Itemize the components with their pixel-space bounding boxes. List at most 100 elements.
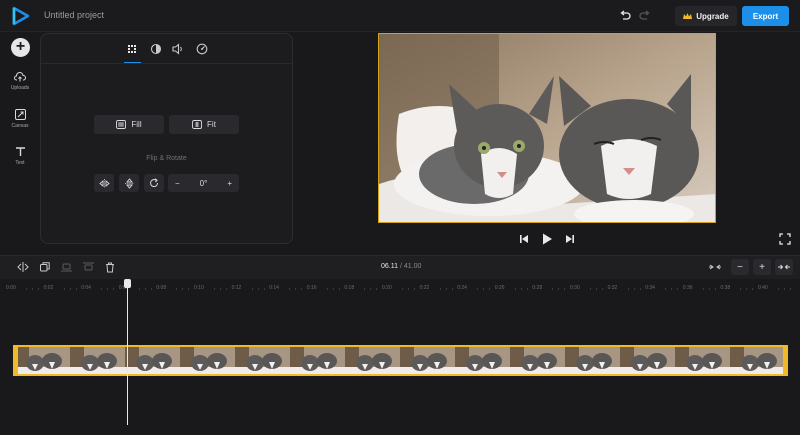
ruler-label: 0:28 bbox=[532, 285, 543, 291]
clip-thumbnail bbox=[290, 347, 345, 374]
ruler-label: 0:18 bbox=[344, 285, 355, 291]
skip-forward-icon[interactable] bbox=[563, 232, 577, 246]
ruler-label: 0:10 bbox=[194, 285, 204, 291]
video-track-clip[interactable] bbox=[13, 345, 788, 376]
ruler-tick bbox=[69, 288, 71, 290]
grid-tab-icon[interactable] bbox=[124, 42, 140, 56]
flip-horizontal-button[interactable] bbox=[94, 174, 114, 192]
rotate-icon bbox=[150, 178, 159, 188]
clip-thumbnail bbox=[15, 347, 70, 374]
project-title[interactable]: Untitled project bbox=[44, 10, 104, 20]
align-top-button[interactable] bbox=[80, 259, 97, 275]
add-media-button[interactable]: + bbox=[11, 38, 30, 57]
ruler-label: 0:12 bbox=[231, 285, 242, 291]
ruler-tick bbox=[188, 288, 190, 290]
upgrade-button[interactable]: Upgrade bbox=[675, 6, 737, 26]
clip-thumbnail bbox=[400, 347, 455, 374]
ruler-tick bbox=[451, 288, 453, 290]
rail-item-label: Text bbox=[15, 160, 25, 166]
fit-icon bbox=[192, 120, 202, 129]
flip-vertical-button[interactable] bbox=[119, 174, 139, 192]
ruler-tick bbox=[602, 288, 603, 290]
ruler-tick bbox=[402, 288, 403, 290]
skip-back-icon[interactable] bbox=[517, 232, 531, 246]
fit-button[interactable]: Fit bbox=[169, 115, 239, 134]
playhead-line bbox=[127, 283, 128, 425]
speed-tab-icon[interactable] bbox=[194, 42, 210, 56]
clip-thumbnail bbox=[620, 347, 675, 374]
redo-icon[interactable] bbox=[638, 9, 652, 23]
fullscreen-icon[interactable] bbox=[778, 232, 792, 246]
rail-item-text[interactable]: Text bbox=[0, 146, 40, 166]
fill-label: Fill bbox=[131, 120, 142, 129]
export-button[interactable]: Export bbox=[742, 6, 789, 26]
duplicate-button[interactable] bbox=[36, 259, 53, 275]
clip-thumbnail bbox=[180, 347, 235, 374]
volume-tab-icon[interactable] bbox=[170, 42, 186, 56]
ruler-tick bbox=[408, 288, 409, 290]
ruler-tick bbox=[38, 288, 39, 290]
ruler-tick bbox=[220, 288, 221, 290]
align-bottom-icon bbox=[61, 263, 72, 272]
undo-icon[interactable] bbox=[618, 9, 632, 23]
ruler-tick bbox=[113, 288, 115, 290]
ruler-tick bbox=[338, 288, 340, 290]
collapse-button[interactable] bbox=[775, 259, 793, 275]
ruler-tick bbox=[182, 288, 184, 290]
flip-horizontal-icon bbox=[98, 178, 110, 188]
clip-thumbnail bbox=[455, 347, 510, 374]
ruler-tick bbox=[144, 288, 146, 290]
ruler-tick bbox=[477, 288, 479, 290]
app-logo-icon[interactable] bbox=[12, 6, 30, 26]
ruler-tick bbox=[107, 288, 109, 290]
rail-item-uploads[interactable]: Uploads bbox=[0, 72, 40, 91]
divider bbox=[41, 63, 292, 64]
ruler-tick bbox=[295, 288, 297, 290]
play-icon[interactable] bbox=[540, 232, 554, 246]
ruler-label: 0:04 bbox=[81, 285, 91, 291]
fit-timeline-button[interactable] bbox=[706, 259, 723, 275]
ruler-tick bbox=[376, 288, 378, 290]
timecode: 06.11 / 41.00 bbox=[381, 263, 421, 270]
timeline-ruler[interactable]: 0:00 0:02 0:04 0:06 0:08 0:10 0:12 0:14 0:16 0:18… bbox=[0, 279, 800, 295]
ruler-tick bbox=[752, 288, 754, 290]
ruler-tick bbox=[633, 288, 635, 290]
ruler-tick bbox=[784, 288, 785, 290]
rail-item-canvas[interactable]: Canvas bbox=[0, 109, 40, 129]
ruler-tick bbox=[101, 288, 103, 290]
fill-button[interactable]: Fill bbox=[94, 115, 164, 134]
ruler-tick bbox=[596, 288, 597, 290]
clip-thumbnail bbox=[345, 347, 400, 374]
ruler-tick bbox=[671, 288, 673, 290]
ruler-tick bbox=[665, 288, 667, 290]
align-top-icon bbox=[83, 262, 94, 271]
ruler-tick bbox=[778, 288, 779, 290]
split-button[interactable] bbox=[14, 259, 31, 275]
ruler-tick bbox=[520, 288, 522, 290]
ruler-tick bbox=[214, 288, 215, 290]
rotation-value[interactable]: 0° bbox=[200, 179, 208, 188]
playhead-handle[interactable] bbox=[124, 279, 131, 288]
ruler-tick bbox=[514, 288, 516, 290]
ruler-tick bbox=[364, 288, 366, 290]
clip-left-handle[interactable] bbox=[13, 345, 18, 376]
rotate-decrease-button[interactable]: − bbox=[175, 179, 180, 188]
delete-button[interactable] bbox=[101, 259, 118, 275]
zoom-in-button[interactable]: + bbox=[753, 259, 771, 275]
ruler-tick bbox=[32, 288, 33, 290]
contrast-tab-icon[interactable] bbox=[148, 42, 164, 56]
zoom-out-button[interactable]: − bbox=[731, 259, 749, 275]
fit-timeline-icon bbox=[708, 264, 721, 270]
ruler-label: 0:20 bbox=[382, 285, 392, 291]
fit-label: Fit bbox=[207, 120, 216, 129]
rotate-button[interactable] bbox=[144, 174, 164, 192]
collapse-icon bbox=[778, 264, 790, 270]
video-preview[interactable] bbox=[378, 33, 716, 223]
rotation-stepper[interactable]: − 0° + bbox=[168, 174, 239, 192]
ruler-label: 0:36 bbox=[682, 285, 693, 291]
rotate-increase-button[interactable]: + bbox=[227, 179, 232, 188]
clip-right-handle[interactable] bbox=[783, 345, 788, 376]
clip-thumbnail bbox=[235, 347, 290, 374]
ruler-tick bbox=[714, 288, 716, 290]
align-bottom-button[interactable] bbox=[58, 259, 75, 275]
